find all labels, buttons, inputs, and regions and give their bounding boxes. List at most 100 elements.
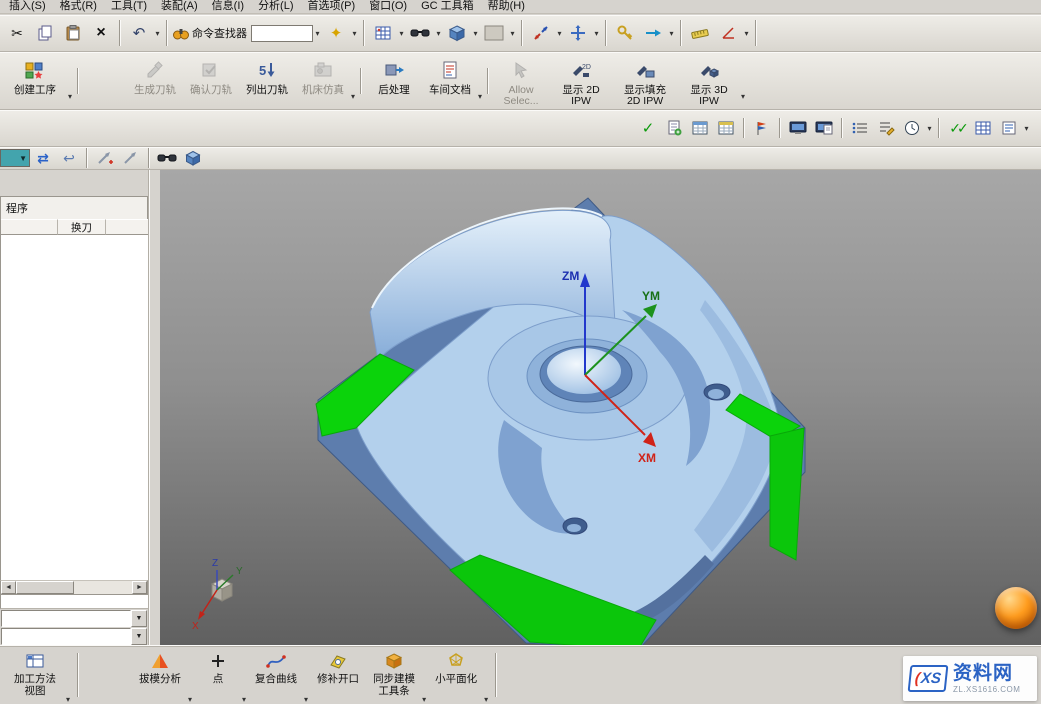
facet-button[interactable]: 小平面化: [428, 649, 484, 704]
show-hide-button[interactable]: [155, 146, 179, 170]
chevron-down-icon[interactable]: ▾: [351, 92, 355, 101]
accept-button[interactable]: ✓✓: [945, 116, 969, 140]
solid-view-button[interactable]: [181, 146, 205, 170]
chevron-down-icon[interactable]: ▾: [592, 29, 601, 38]
list-toolpath-button[interactable]: 5 列出刀轨: [239, 54, 295, 108]
menu-gc-toolbox[interactable]: GC 工具箱: [414, 0, 481, 13]
visibility-button[interactable]: [407, 20, 433, 46]
chevron-down-icon[interactable]: ▼: [131, 610, 147, 627]
chevron-down-icon[interactable]: ▾: [478, 92, 482, 101]
reverse-button[interactable]: ↩: [57, 146, 81, 170]
scrollbar-thumb[interactable]: [16, 581, 74, 594]
graphics-viewport[interactable]: ZM YM XM Z Y X: [160, 170, 1041, 645]
undo-button[interactable]: ↶: [126, 20, 152, 46]
measure-angle-button[interactable]: [715, 20, 741, 46]
generate-toolpath-button[interactable]: 生成刀轨: [127, 54, 183, 108]
scroll-left-button[interactable]: ◄: [1, 581, 16, 594]
swap-views-button[interactable]: ⇄: [31, 146, 55, 170]
navigator-dropdown-2[interactable]: ▼: [1, 628, 147, 645]
horizontal-scrollbar[interactable]: ◄ ►: [0, 580, 148, 595]
composite-curve-button[interactable]: 复合曲线: [248, 649, 304, 704]
view-orient-button[interactable]: [444, 20, 470, 46]
chevron-down-icon[interactable]: ▾: [153, 29, 162, 38]
allow-select-button[interactable]: Allow Selec...: [493, 54, 549, 108]
chevron-down-icon[interactable]: ▾: [68, 92, 72, 101]
chevron-down-icon[interactable]: ▾: [434, 29, 443, 38]
history-button[interactable]: [900, 116, 924, 140]
draft-analysis-button[interactable]: 拔模分析: [132, 649, 188, 704]
chevron-down-icon[interactable]: ▾: [925, 124, 934, 133]
selection-scope-combo[interactable]: ▼: [0, 149, 30, 167]
show-2d-ipw-button[interactable]: 2D 显示 2D IPW: [549, 54, 613, 108]
navigator-column-name[interactable]: [1, 219, 58, 235]
new-item-button[interactable]: [662, 116, 686, 140]
paste-button[interactable]: [60, 20, 86, 46]
verify-toolpath-button[interactable]: 确认刀轨: [183, 54, 239, 108]
ok-button[interactable]: ✓: [636, 116, 660, 140]
dropdown-field[interactable]: [1, 610, 131, 627]
measure-nav-button[interactable]: [640, 20, 666, 46]
chevron-down-icon[interactable]: ▾: [484, 695, 488, 704]
scroll-right-button[interactable]: ►: [132, 581, 147, 594]
chevron-down-icon[interactable]: ▾: [188, 695, 192, 704]
chevron-down-icon[interactable]: ▾: [741, 92, 745, 101]
grid-button[interactable]: [971, 116, 995, 140]
chevron-down-icon[interactable]: ▾: [242, 695, 246, 704]
assistant-button[interactable]: ✦: [323, 20, 349, 46]
menu-window[interactable]: 窗口(O): [362, 0, 414, 13]
pan-button[interactable]: [565, 20, 591, 46]
scrollbar-track[interactable]: [16, 581, 132, 594]
delete-button[interactable]: ×: [88, 20, 114, 46]
menu-insert[interactable]: 插入(S): [2, 0, 53, 13]
navigator-tree[interactable]: [0, 235, 148, 580]
menu-help[interactable]: 帮助(H): [481, 0, 532, 13]
list-edit-button[interactable]: [874, 116, 898, 140]
key-button[interactable]: [612, 20, 638, 46]
postprocess-button[interactable]: 后处理: [366, 54, 422, 108]
chevron-down-icon[interactable]: ▼: [131, 628, 147, 645]
menu-information[interactable]: 信息(I): [205, 0, 251, 13]
chevron-down-icon[interactable]: ▾: [66, 695, 70, 704]
chevron-down-icon[interactable]: ▾: [667, 29, 676, 38]
menu-assembly[interactable]: 装配(A): [154, 0, 205, 13]
menu-format[interactable]: 格式(R): [53, 0, 104, 13]
floating-ball[interactable]: [995, 587, 1037, 629]
cut-button[interactable]: ✂: [4, 20, 30, 46]
list-button[interactable]: [848, 116, 872, 140]
monitor-doc-button[interactable]: [812, 116, 836, 140]
table-yellow-button[interactable]: [714, 116, 738, 140]
show-3d-ipw-button[interactable]: 显示 3D IPW: [677, 54, 741, 108]
menu-preferences[interactable]: 首选项(P): [301, 0, 363, 13]
navigator-column-toolchange[interactable]: 换刀: [58, 219, 106, 235]
chevron-down-icon[interactable]: ▾: [508, 29, 517, 38]
chevron-down-icon[interactable]: ▾: [555, 29, 564, 38]
chevron-down-icon[interactable]: ▾: [742, 29, 751, 38]
show-filled-2d-ipw-button[interactable]: 显示填充 2D IPW: [613, 54, 677, 108]
point-button[interactable]: 点: [194, 649, 242, 704]
dropdown-field[interactable]: [1, 628, 131, 645]
chevron-down-icon[interactable]: ▾: [397, 29, 406, 38]
panel-splitter[interactable]: [148, 170, 160, 645]
machine-simulation-button[interactable]: 机床仿真: [295, 54, 351, 108]
render-style-button[interactable]: [481, 20, 507, 46]
command-finder-input[interactable]: [251, 25, 313, 42]
create-operation-button[interactable]: 创建工序: [2, 54, 68, 108]
layout-button[interactable]: [370, 20, 396, 46]
patch-opening-button[interactable]: 修补开口: [310, 649, 366, 704]
copy-button[interactable]: [32, 20, 58, 46]
chevron-down-icon[interactable]: ▾: [350, 29, 359, 38]
shop-doc-button[interactable]: 车间文档: [422, 54, 478, 108]
measure-distance-button[interactable]: [687, 20, 713, 46]
chevron-down-icon[interactable]: ▾: [313, 29, 322, 38]
add-target-button[interactable]: [93, 146, 117, 170]
report-button[interactable]: [997, 116, 1021, 140]
chevron-down-icon[interactable]: ▾: [422, 695, 426, 704]
sync-modeling-button[interactable]: 同步建模工具条: [366, 649, 422, 704]
chevron-down-icon[interactable]: ▾: [1022, 124, 1031, 133]
flag-button[interactable]: [750, 116, 774, 140]
monitor-button[interactable]: [786, 116, 810, 140]
chevron-down-icon[interactable]: ▾: [304, 695, 308, 704]
table-blue-button[interactable]: [688, 116, 712, 140]
zoom-button[interactable]: [528, 20, 554, 46]
menu-analysis[interactable]: 分析(L): [251, 0, 300, 13]
